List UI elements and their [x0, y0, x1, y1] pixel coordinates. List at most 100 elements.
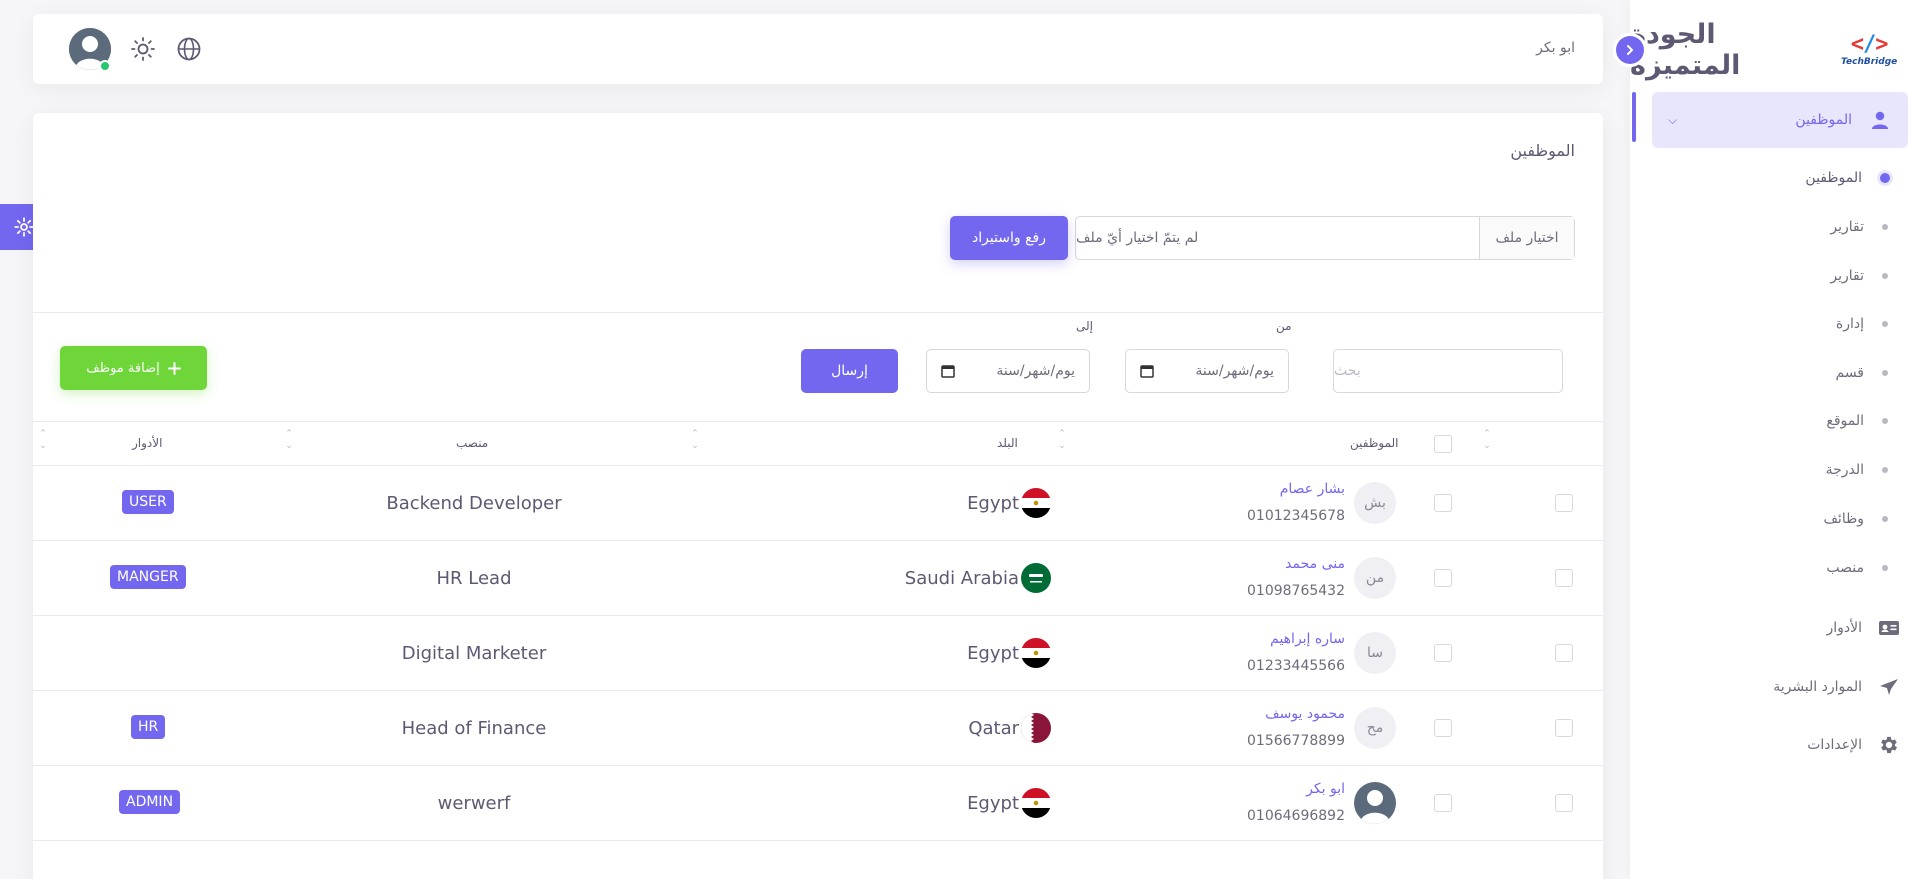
select-all-checkbox[interactable]: [1434, 435, 1452, 453]
header-employees[interactable]: الموظفين: [1350, 436, 1399, 450]
online-status-dot: [99, 60, 111, 72]
sort-icon[interactable]: ⌃ ⌄: [1481, 428, 1493, 458]
table-row[interactable]: من منى محمد 01098765432 Saudi Arabia HR …: [33, 541, 1603, 616]
position-text: Head of Finance: [401, 718, 547, 739]
header-position[interactable]: منصب: [456, 436, 488, 450]
saudi-flag-icon: [1021, 563, 1051, 593]
gear-icon: [13, 217, 34, 237]
globe-icon[interactable]: [176, 36, 202, 62]
search-input[interactable]: بحث: [1333, 349, 1563, 393]
header-country[interactable]: البلد: [997, 436, 1018, 450]
airplane-icon: [1878, 676, 1900, 698]
position-text: werwerf: [437, 793, 511, 814]
sidebar: </> TechBridge الجودة المتميزه الموظفين …: [1616, 0, 1920, 879]
chevron-right-icon: [1627, 45, 1634, 55]
row-checkbox[interactable]: [1434, 794, 1452, 812]
country-name: Saudi Arabia: [904, 568, 1019, 589]
sidebar-sub-item-reports[interactable]: تقارير: [1652, 217, 1892, 237]
egypt-flag-icon: [1021, 638, 1051, 668]
sidebar-sub-item-reports-2[interactable]: تقارير: [1652, 266, 1892, 286]
file-input[interactable]: اختيار ملف لم يتمّ اختيار أيّ ملف: [1075, 216, 1575, 260]
row-checkbox[interactable]: [1555, 644, 1573, 662]
employee-name[interactable]: محمود يوسف: [1265, 706, 1345, 722]
sidebar-item-employees[interactable]: الموظفين ⌵: [1652, 92, 1908, 148]
employees-card: الموظفين اختيار ملف لم يتمّ اختيار أيّ م…: [33, 113, 1603, 879]
dot-icon: [1882, 224, 1888, 230]
sort-icon[interactable]: ⌃ ⌄: [689, 428, 701, 458]
sidebar-sub-item-location[interactable]: الموقع: [1652, 411, 1892, 431]
avatar: [1354, 782, 1396, 824]
add-employee-button[interactable]: إضافة موظف: [60, 346, 207, 390]
role-badge: HR: [131, 715, 166, 739]
employee-phone: 01233445566: [1247, 658, 1345, 674]
table-row[interactable]: ابو بكر 01064696892 Egypt werwerf ADMIN: [33, 766, 1603, 841]
divider: [33, 312, 1603, 313]
send-button[interactable]: إرسال: [801, 349, 898, 393]
employee-name[interactable]: ابو بكر: [1306, 781, 1345, 797]
techbridge-logo: </> TechBridge: [1841, 31, 1898, 67]
header-roles[interactable]: الأدوار: [132, 436, 162, 450]
row-checkbox[interactable]: [1434, 644, 1452, 662]
employee-phone: 01098765432: [1247, 583, 1345, 599]
from-date-label: من: [1276, 319, 1292, 333]
sort-icon[interactable]: ⌃ ⌄: [1056, 428, 1068, 458]
brand[interactable]: </> TechBridge الجودة المتميزه: [1630, 19, 1898, 81]
employee-phone: 01012345678: [1247, 508, 1345, 524]
avatar: بش: [1354, 482, 1396, 524]
position-text: Digital Marketer: [401, 643, 547, 664]
employee-name[interactable]: منى محمد: [1285, 556, 1345, 572]
dot-icon: [1882, 273, 1888, 279]
dot-icon: [1882, 370, 1888, 376]
sidebar-sub-item-position[interactable]: منصب: [1652, 558, 1892, 578]
role-badge: ADMIN: [119, 790, 181, 814]
employee-name[interactable]: بشار عصام: [1280, 481, 1345, 497]
position-text: Backend Developer: [386, 493, 562, 514]
sidebar-sub-item-jobs[interactable]: وظائف: [1652, 509, 1892, 529]
dot-icon: [1882, 321, 1888, 327]
row-checkbox[interactable]: [1555, 719, 1573, 737]
choose-file-button[interactable]: اختيار ملف: [1479, 217, 1574, 259]
chevron-down-icon: ⌵: [1668, 112, 1678, 127]
egypt-flag-icon: [1021, 788, 1051, 818]
sidebar-item-settings[interactable]: الإعدادات: [1652, 733, 1900, 757]
upload-import-button[interactable]: رفع واستيراد: [950, 216, 1068, 260]
row-checkbox[interactable]: [1434, 569, 1452, 587]
page-title: الموظفين: [1510, 141, 1575, 160]
avatar: من: [1354, 557, 1396, 599]
sidebar-item-hr[interactable]: الموارد البشرية: [1652, 675, 1900, 699]
no-file-text: لم يتمّ اختيار أيّ ملف: [1076, 230, 1199, 246]
row-checkbox[interactable]: [1434, 494, 1452, 512]
to-date-input[interactable]: يوم/شهر/سنة: [926, 349, 1090, 393]
sidebar-sub-item-department[interactable]: قسم: [1652, 363, 1892, 383]
dot-icon: [1880, 173, 1890, 183]
country-name: Egypt: [967, 643, 1019, 664]
sidebar-collapse-button[interactable]: [1616, 36, 1644, 64]
table-row[interactable]: مح محمود يوسف 01566778899 Qatar Head of …: [33, 691, 1603, 766]
table-row[interactable]: سا ساره إبراهيم 01233445566 Egypt Digita…: [33, 616, 1603, 691]
country-name: Qatar: [968, 718, 1019, 739]
id-card-icon: [1878, 617, 1900, 639]
row-checkbox[interactable]: [1555, 794, 1573, 812]
sun-icon[interactable]: [130, 36, 156, 62]
sidebar-sub-item-employees[interactable]: الموظفين: [1652, 168, 1892, 188]
from-date-input[interactable]: يوم/شهر/سنة: [1125, 349, 1289, 393]
sidebar-sub-item-management[interactable]: إدارة: [1652, 314, 1892, 334]
active-indicator: [1632, 92, 1636, 142]
sidebar-item-roles[interactable]: الأدوار: [1652, 616, 1900, 640]
qatar-flag-icon: [1021, 713, 1051, 743]
row-checkbox[interactable]: [1434, 719, 1452, 737]
row-checkbox[interactable]: [1555, 494, 1573, 512]
table-row[interactable]: بش بشار عصام 01012345678 Egypt Backend D…: [33, 466, 1603, 541]
employee-phone: 01566778899: [1247, 733, 1345, 749]
row-checkbox[interactable]: [1555, 569, 1573, 587]
avatar: مح: [1354, 707, 1396, 749]
sort-icon[interactable]: ⌃ ⌄: [37, 428, 49, 458]
role-badge: USER: [122, 490, 174, 514]
plus-icon: [167, 361, 181, 375]
employee-name[interactable]: ساره إبراهيم: [1270, 631, 1345, 647]
country-name: Egypt: [967, 793, 1019, 814]
user-icon: [1872, 111, 1888, 129]
sidebar-sub-item-grade[interactable]: الدرجة: [1652, 460, 1892, 480]
sort-icon[interactable]: ⌃ ⌄: [283, 428, 295, 458]
calendar-icon: [1140, 365, 1154, 378]
